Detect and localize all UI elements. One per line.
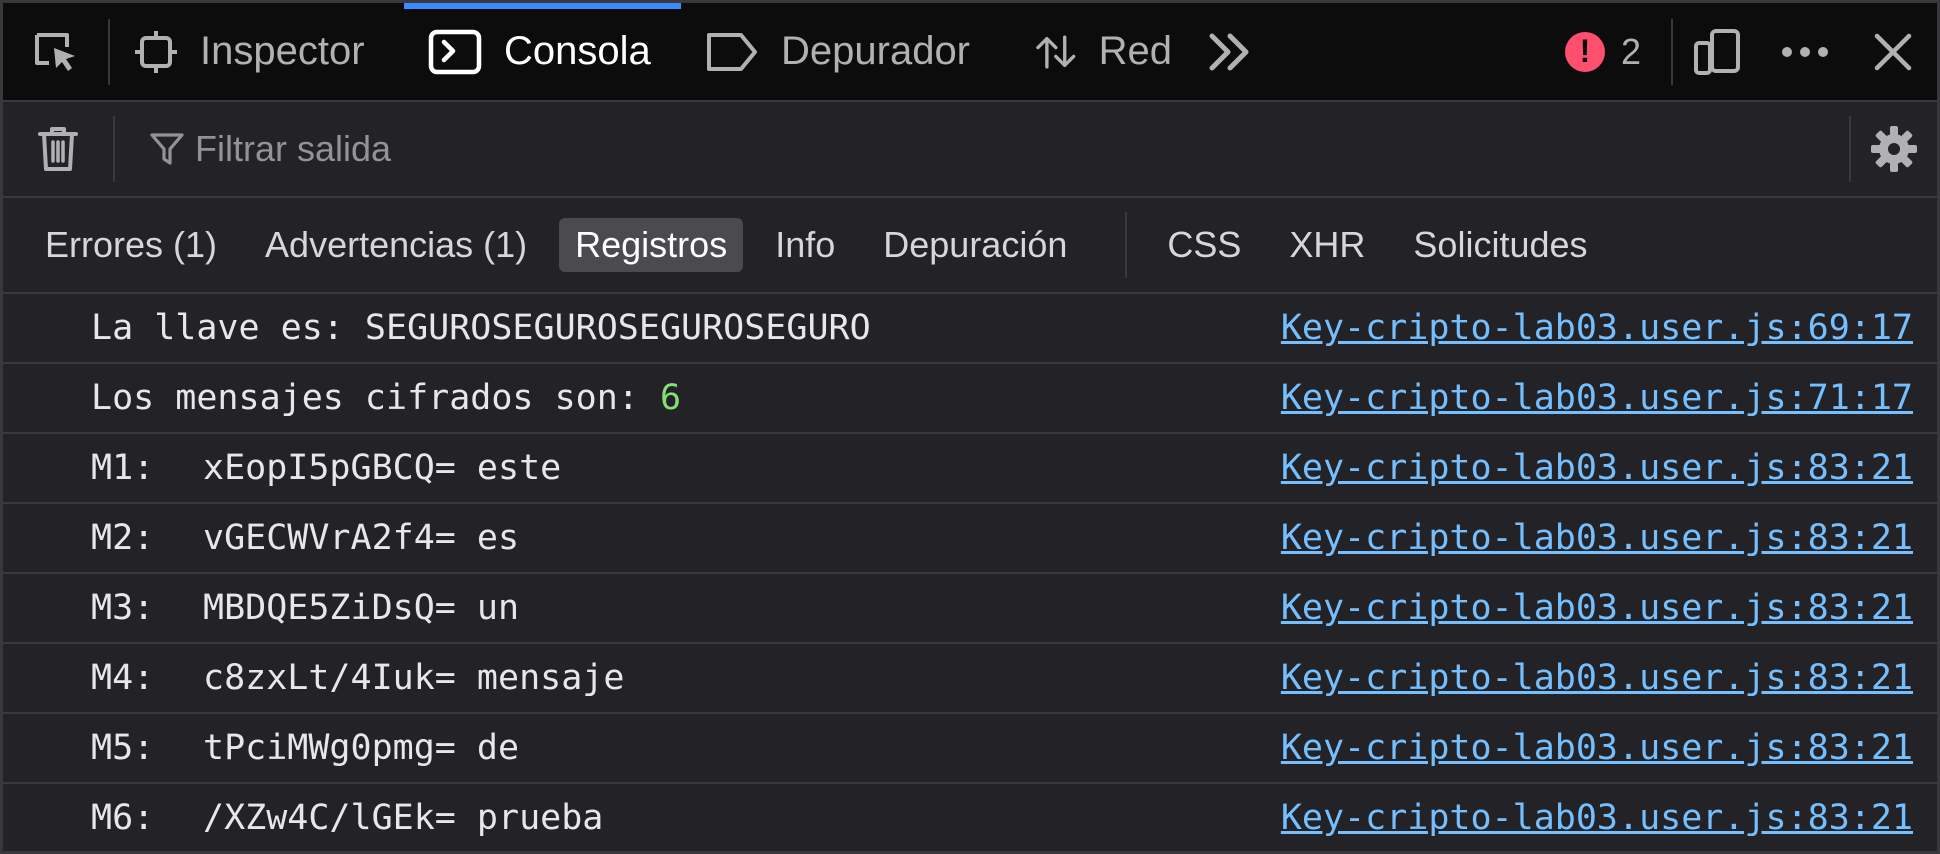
log-row: M5: tPciMWg0pmg= de Key-cripto-lab03.user… — [3, 714, 1937, 784]
inspector-icon — [135, 30, 177, 73]
log-message: La llave es: SEGUROSEGUROSEGUROSEGURO — [91, 308, 871, 348]
tab-inspector-label: Inspector — [200, 29, 365, 73]
console-filter-bar: Filtrar salida — [3, 102, 1937, 198]
filter-output-input[interactable]: Filtrar salida — [149, 128, 1849, 170]
message-label: M3: — [91, 588, 155, 628]
log-row: M4: c8zxLt/4Iuk= mensaje Key-cripto-lab03… — [3, 644, 1937, 714]
more-tools-button[interactable] — [1196, 3, 1266, 100]
message-text: c8zxLt/4Iuk= mensaje — [203, 658, 625, 698]
log-source-link[interactable]: Key-cripto-lab03.user.js:83:21 — [1281, 588, 1913, 628]
clear-console-button[interactable] — [3, 102, 113, 196]
log-message: M5: tPciMWg0pmg= de — [91, 728, 519, 768]
log-level-filters: Errores (1) Advertencias (1) Registros I… — [3, 198, 1937, 294]
filter-icon — [150, 133, 184, 165]
trash-icon — [38, 127, 78, 171]
devtools-window: Inspector Consola Depurador Red ! 2 Filt… — [0, 0, 1940, 854]
message-label: M1: — [91, 448, 155, 488]
message-label: M2: — [91, 518, 155, 558]
log-message: M1: xEopI5pGBCQ= este — [91, 448, 561, 488]
filter-xhr[interactable]: XHR — [1273, 218, 1381, 272]
log-source-link[interactable]: Key-cripto-lab03.user.js:71:17 — [1281, 378, 1913, 418]
tab-network[interactable]: Red — [1011, 3, 1196, 100]
log-source-link[interactable]: Key-cripto-lab03.user.js:69:17 — [1281, 308, 1913, 348]
filter-info[interactable]: Info — [759, 218, 851, 272]
log-message: M2: vGECWVrA2f4= es — [91, 518, 519, 558]
filter-warnings[interactable]: Advertencias (1) — [249, 218, 543, 272]
log-number-value: 6 — [659, 378, 682, 418]
devtools-toolbar: Inspector Consola Depurador Red ! 2 — [3, 3, 1937, 102]
log-source-link[interactable]: Key-cripto-lab03.user.js:83:21 — [1281, 798, 1913, 838]
tab-console[interactable]: Consola — [404, 3, 681, 100]
log-row: M6: /XZw4C/lGEk= prueba Key-cripto-lab03.… — [3, 784, 1937, 851]
filter-errors[interactable]: Errores (1) — [29, 218, 233, 272]
gear-icon — [1871, 126, 1917, 172]
message-text: vGECWVrA2f4= es — [203, 518, 520, 558]
tab-console-label: Consola — [504, 29, 651, 73]
log-message: M6: /XZw4C/lGEk= prueba — [91, 798, 603, 838]
message-label: M5: — [91, 728, 155, 768]
console-settings-button[interactable] — [1851, 102, 1937, 196]
filter-separator — [1125, 212, 1128, 278]
error-count: 2 — [1620, 30, 1641, 72]
toolbar-separator — [108, 18, 110, 85]
filter-logs[interactable]: Registros — [559, 218, 744, 272]
close-devtools-button[interactable] — [1849, 3, 1937, 100]
message-text: MBDQE5ZiDsQ= un — [203, 588, 520, 628]
filter-debug[interactable]: Depuración — [867, 218, 1083, 272]
log-source-link[interactable]: Key-cripto-lab03.user.js:83:21 — [1281, 658, 1913, 698]
message-text: tPciMWg0pmg= de — [203, 728, 520, 768]
log-message: M4: c8zxLt/4Iuk= mensaje — [91, 658, 624, 698]
filter-css[interactable]: CSS — [1151, 218, 1257, 272]
console-icon — [428, 29, 482, 74]
message-text: xEopI5pGBCQ= este — [203, 448, 562, 488]
log-row: M2: vGECWVrA2f4= es Key-cripto-lab03.user… — [3, 504, 1937, 574]
message-label: M6: — [91, 798, 155, 838]
log-source-link[interactable]: Key-cripto-lab03.user.js:83:21 — [1281, 448, 1913, 488]
log-row: Los mensajes cifrados son: 6 Key-cripto-… — [3, 364, 1937, 434]
filter-requests[interactable]: Solicitudes — [1397, 218, 1603, 272]
responsive-design-icon — [1694, 28, 1740, 75]
debugger-icon — [707, 32, 757, 71]
error-count-button[interactable]: ! 2 — [1555, 3, 1671, 100]
console-output: La llave es: SEGUROSEGUROSEGUROSEGURO Ke… — [3, 294, 1937, 851]
filter-separator — [113, 116, 115, 182]
filter-placeholder: Filtrar salida — [195, 128, 392, 169]
element-picker-icon — [34, 32, 75, 71]
tab-debugger-label: Depurador — [781, 29, 971, 73]
log-source-link[interactable]: Key-cripto-lab03.user.js:83:21 — [1281, 728, 1913, 768]
more-options-button[interactable] — [1761, 3, 1849, 100]
log-row: M1: xEopI5pGBCQ= este Key-cripto-lab03.us… — [3, 434, 1937, 504]
responsive-design-button[interactable] — [1673, 3, 1761, 100]
tab-inspector[interactable]: Inspector — [134, 3, 404, 100]
double-chevron-right-icon — [1209, 33, 1249, 70]
element-picker-button[interactable] — [3, 3, 108, 100]
ellipsis-icon — [1782, 46, 1828, 57]
network-arrows-icon — [1036, 34, 1076, 69]
close-icon — [1874, 33, 1912, 70]
tab-network-label: Red — [1098, 29, 1172, 73]
error-icon: ! — [1564, 31, 1605, 72]
log-source-link[interactable]: Key-cripto-lab03.user.js:83:21 — [1281, 518, 1913, 558]
tab-debugger[interactable]: Depurador — [681, 3, 1011, 100]
log-row: M3: MBDQE5ZiDsQ= un Key-cripto-lab03.user… — [3, 574, 1937, 644]
message-label: M4: — [91, 658, 155, 698]
log-row: La llave es: SEGUROSEGUROSEGUROSEGURO Ke… — [3, 294, 1937, 364]
message-text: /XZw4C/lGEk= prueba — [203, 798, 604, 838]
log-message: Los mensajes cifrados son: 6 — [91, 378, 681, 418]
log-message: M3: MBDQE5ZiDsQ= un — [91, 588, 519, 628]
log-message-text: Los mensajes cifrados son: — [91, 378, 660, 418]
